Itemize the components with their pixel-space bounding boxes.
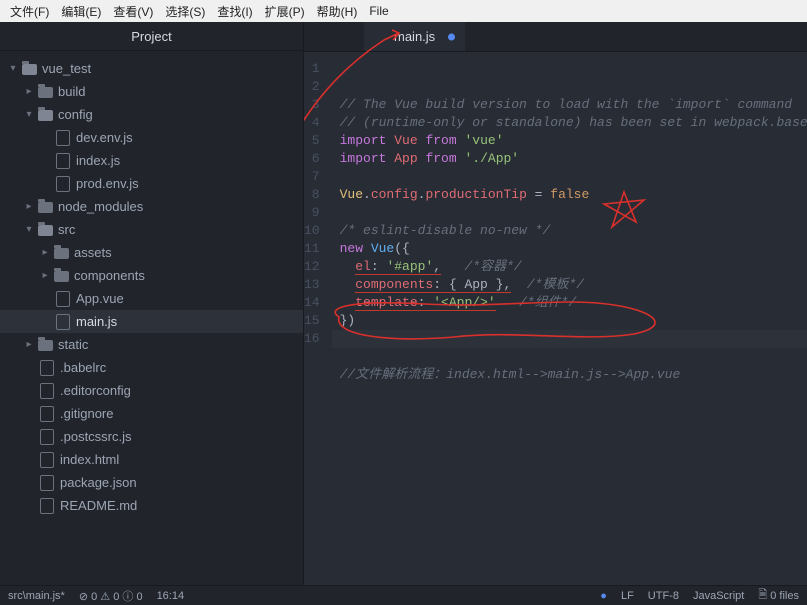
tree-file[interactable]: .editorconfig: [0, 379, 303, 402]
tree-folder-components[interactable]: ▸ components: [0, 264, 303, 287]
chevron-down-icon: ▾: [22, 224, 36, 235]
file-icon: [54, 176, 72, 192]
tree-label: vue_test: [42, 61, 91, 76]
status-diagnostics[interactable]: ⊘ 0 ⚠ 0 ⓘ 0: [79, 588, 143, 604]
tree-file[interactable]: package.json: [0, 471, 303, 494]
menu-select[interactable]: 选择(S): [159, 3, 211, 20]
tree-label: assets: [74, 245, 112, 260]
panel-title: Project: [0, 22, 303, 51]
menu-file-en[interactable]: File: [363, 4, 394, 18]
tree-folder-src[interactable]: ▾ src: [0, 218, 303, 241]
tree-label: App.vue: [76, 291, 124, 306]
file-icon: [38, 383, 56, 399]
menu-packages[interactable]: 扩展(P): [259, 3, 311, 20]
folder-icon: [20, 63, 38, 74]
file-icon: [54, 130, 72, 146]
code-editor[interactable]: 1234 5678 9101112 13141516 // The Vue bu…: [304, 52, 807, 585]
tree-label: .babelrc: [60, 360, 106, 375]
tree-file[interactable]: index.js: [0, 149, 303, 172]
status-files[interactable]: 🗎 0 files: [758, 586, 799, 605]
tab-mainjs[interactable]: main.js: [364, 22, 465, 51]
status-cursor[interactable]: 16:14: [157, 590, 185, 602]
tree-folder-config[interactable]: ▾ config: [0, 103, 303, 126]
tree-label: .postcssrc.js: [60, 429, 132, 444]
tab-bar: main.js: [304, 22, 807, 52]
tree-folder-assets[interactable]: ▸ assets: [0, 241, 303, 264]
tree-label: build: [58, 84, 85, 99]
folder-icon: [36, 86, 54, 97]
file-icon: [54, 153, 72, 169]
menu-edit[interactable]: 编辑(E): [55, 3, 107, 20]
tree-label: node_modules: [58, 199, 143, 214]
tree-label: main.js: [76, 314, 117, 329]
chevron-right-icon: ▸: [22, 86, 36, 97]
file-icon: [38, 452, 56, 468]
folder-icon: [36, 201, 54, 212]
tree-folder-static[interactable]: ▸ static: [0, 333, 303, 356]
tree-label: static: [58, 337, 88, 352]
tree-label: dev.env.js: [76, 130, 133, 145]
status-encoding[interactable]: UTF-8: [648, 586, 679, 605]
tree-file[interactable]: prod.env.js: [0, 172, 303, 195]
tree-folder-node-modules[interactable]: ▸ node_modules: [0, 195, 303, 218]
folder-icon: [52, 270, 70, 281]
tree-file[interactable]: index.html: [0, 448, 303, 471]
tree-file[interactable]: .postcssrc.js: [0, 425, 303, 448]
menu-view[interactable]: 查看(V): [107, 3, 159, 20]
file-icon: [38, 429, 56, 445]
file-icon: [54, 314, 72, 330]
file-tree[interactable]: ▾ vue_test ▸ build ▾ config dev.env.js i…: [0, 51, 303, 585]
tree-file[interactable]: README.md: [0, 494, 303, 517]
menu-find[interactable]: 查找(I): [211, 3, 258, 20]
file-icon: [38, 498, 56, 514]
tree-file-mainjs[interactable]: main.js: [0, 310, 303, 333]
file-icon: [38, 475, 56, 491]
files-icon: 🗎: [758, 586, 767, 605]
chevron-down-icon: ▾: [6, 63, 20, 74]
chevron-right-icon: ▸: [38, 247, 52, 258]
status-bar: src\main.js* ⊘ 0 ⚠ 0 ⓘ 0 16:14 ● LF UTF-…: [0, 585, 807, 605]
editor-pane: main.js 1234 5678 9101112 13141516 // Th…: [304, 22, 807, 585]
tree-file[interactable]: .gitignore: [0, 402, 303, 425]
folder-icon: [36, 339, 54, 350]
tree-label: config: [58, 107, 93, 122]
chevron-down-icon: ▾: [22, 109, 36, 120]
line-gutter: 1234 5678 9101112 13141516: [304, 52, 332, 585]
file-icon: [38, 406, 56, 422]
tree-label: package.json: [60, 475, 137, 490]
tree-file[interactable]: .babelrc: [0, 356, 303, 379]
tree-label: components: [74, 268, 145, 283]
tree-label: prod.env.js: [76, 176, 139, 191]
tab-label: main.js: [394, 29, 435, 44]
tree-file[interactable]: dev.env.js: [0, 126, 303, 149]
status-modified-dot-icon: ●: [600, 586, 607, 605]
file-icon: [38, 360, 56, 376]
tree-label: .gitignore: [60, 406, 113, 421]
status-path[interactable]: src\main.js*: [8, 590, 65, 602]
tree-folder-root[interactable]: ▾ vue_test: [0, 57, 303, 80]
tree-file[interactable]: App.vue: [0, 287, 303, 310]
tree-folder-build[interactable]: ▸ build: [0, 80, 303, 103]
menu-file[interactable]: 文件(F): [4, 3, 55, 20]
status-line-ending[interactable]: LF: [621, 586, 634, 605]
project-sidebar: Project ▾ vue_test ▸ build ▾ config dev.…: [0, 22, 304, 585]
chevron-right-icon: ▸: [38, 270, 52, 281]
status-language[interactable]: JavaScript: [693, 586, 744, 605]
chevron-right-icon: ▸: [22, 339, 36, 350]
folder-icon: [52, 247, 70, 258]
menu-help[interactable]: 帮助(H): [311, 3, 364, 20]
tree-label: index.html: [60, 452, 119, 467]
tree-label: index.js: [76, 153, 120, 168]
tree-label: README.md: [60, 498, 137, 513]
menu-bar: 文件(F) 编辑(E) 查看(V) 选择(S) 查找(I) 扩展(P) 帮助(H…: [0, 0, 807, 22]
file-icon: [54, 291, 72, 307]
chevron-right-icon: ▸: [22, 201, 36, 212]
modified-indicator-icon: [448, 33, 455, 40]
tree-label: src: [58, 222, 75, 237]
folder-icon: [36, 224, 54, 235]
tree-label: .editorconfig: [60, 383, 131, 398]
code-lines[interactable]: // The Vue build version to load with th…: [332, 52, 807, 585]
folder-icon: [36, 109, 54, 120]
